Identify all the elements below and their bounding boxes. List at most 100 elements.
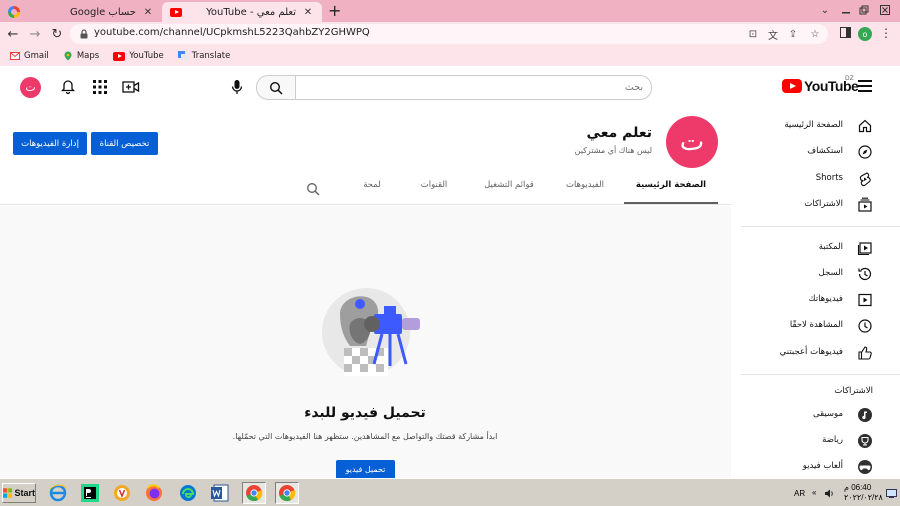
translate-page-icon[interactable]: 文 (766, 27, 780, 42)
bookmark-gmail[interactable]: Gmail (10, 51, 49, 61)
subscriptions-header: الاشتراكات (834, 386, 873, 396)
taskbar-browser-icon[interactable] (110, 482, 134, 504)
tab-channels[interactable]: القنوات (410, 180, 458, 190)
volume-icon[interactable] (824, 489, 834, 498)
search-icon (269, 81, 283, 95)
tray-expand-icon[interactable]: « (812, 488, 816, 497)
guide-item-library[interactable]: المكتبة (731, 238, 900, 258)
taskbar-chrome-window-icon[interactable] (275, 482, 299, 504)
search-input[interactable] (296, 75, 652, 100)
channel-name: تعلم معي (586, 125, 652, 141)
clock-time[interactable]: 06:40 م (844, 483, 871, 492)
shorts-icon (859, 172, 871, 187)
guide-sidebar: الصفحة الرئيسية استكشاف Shorts الاشتراكا… (731, 106, 900, 478)
notifications-bell-icon[interactable] (58, 77, 78, 97)
home-icon (858, 119, 872, 133)
gmail-icon (10, 52, 20, 60)
close-icon[interactable]: ✕ (302, 7, 314, 18)
google-icon (8, 6, 20, 18)
sports-icon (858, 434, 872, 448)
system-tray: AR « 06:40 م ٢٠٢٢/٠٢/٢٨ (792, 483, 900, 503)
profile-avatar[interactable]: o (858, 27, 872, 41)
close-icon[interactable]: ✕ (142, 7, 154, 18)
lock-icon (80, 29, 88, 39)
upload-illustration (322, 288, 420, 376)
tab-title: تعلم معي - YouTube (206, 6, 296, 18)
guide-item-watch-later[interactable]: المشاهدة لاحقًا (731, 316, 900, 336)
bookmark-maps[interactable]: Maps (63, 51, 99, 61)
your-videos-icon (858, 293, 872, 307)
library-icon (857, 242, 872, 256)
gaming-icon (858, 460, 872, 474)
tab-playlists[interactable]: قوائم التشغيل (470, 180, 548, 190)
start-button[interactable]: Start (2, 483, 36, 503)
tab-about[interactable]: لمحة (352, 180, 392, 190)
youtube-logo[interactable]: YouTube DZ (782, 75, 859, 94)
youtube-play-icon (782, 79, 802, 93)
empty-state-title: تحميل فيديو للبدء (304, 405, 426, 421)
taskbar-pycharm-icon[interactable] (78, 482, 102, 504)
customize-channel-button[interactable]: تخصيص القناة (91, 132, 158, 155)
taskbar-chrome-icon[interactable] (242, 482, 266, 504)
browser-toolbar: ← → ↻ youtube.com/channel/UCpkmshL5223Qa… (0, 22, 900, 46)
tab-search-icon[interactable]: ⌄ (818, 2, 832, 18)
share-icon[interactable]: ⇪ (786, 27, 800, 41)
upload-video-button[interactable]: تحميل فيديو (336, 460, 395, 478)
maps-icon (64, 51, 72, 61)
guide-item-sports[interactable]: رياضة (731, 431, 900, 451)
guide-item-subscriptions[interactable]: الاشتراكات (731, 195, 900, 215)
clock-date[interactable]: ٢٠٢٢/٠٢/٢٨ (844, 493, 883, 502)
guide-item-liked-videos[interactable]: فيديوهات أعجبتني (731, 343, 900, 363)
minimize-icon[interactable] (838, 2, 854, 18)
taskbar-word-icon[interactable] (208, 482, 232, 504)
windows-taskbar: Start AR « 06:40 م ٢٠٢٢/٠٢/٢٨ (0, 478, 900, 506)
guide-item-your-videos[interactable]: فيديوهاتك (731, 290, 900, 310)
tab-youtube-channel[interactable]: تعلم معي - YouTube ✕ (162, 2, 322, 22)
create-video-icon[interactable] (121, 77, 141, 97)
forward-button[interactable]: → (26, 25, 44, 43)
restore-icon[interactable] (856, 2, 872, 18)
account-avatar[interactable]: ت (20, 77, 41, 98)
taskbar-ie-icon[interactable] (46, 482, 70, 504)
voice-search-icon[interactable] (227, 77, 247, 97)
window-close-icon[interactable] (876, 2, 894, 18)
guide-item-history[interactable]: السجل (731, 264, 900, 284)
manage-videos-button[interactable]: إدارة الفيديوهات (13, 132, 87, 155)
tab-home[interactable]: الصفحة الرئيسية (626, 180, 716, 190)
guide-item-home[interactable]: الصفحة الرئيسية (731, 116, 900, 136)
guide-divider (741, 226, 900, 227)
reload-button[interactable]: ↻ (48, 25, 66, 43)
bookmark-translate[interactable]: Translate (177, 51, 230, 61)
side-panel-icon[interactable] (838, 25, 852, 39)
new-tab-button[interactable]: + (328, 3, 341, 19)
translate-icon (177, 51, 188, 61)
liked-icon (858, 346, 872, 360)
apps-grid-icon[interactable] (90, 77, 110, 97)
guide-item-music[interactable]: موسيقى (731, 405, 900, 425)
tab-google-account[interactable]: حساب Google ✕ (0, 2, 162, 22)
music-icon (858, 408, 872, 422)
taskbar-firefox-icon[interactable] (142, 482, 166, 504)
tab-title: حساب Google (69, 6, 136, 18)
taskbar-edge-icon[interactable] (176, 482, 200, 504)
search-button[interactable] (256, 75, 296, 100)
bookmark-star-icon[interactable]: ☆ (808, 27, 822, 41)
watch-later-icon (858, 319, 872, 333)
show-desktop-icon[interactable] (886, 489, 897, 498)
active-tab-indicator (624, 202, 718, 204)
channel-search-icon[interactable] (306, 182, 320, 196)
youtube-icon (113, 51, 126, 61)
guide-item-shorts[interactable]: Shorts (731, 169, 900, 189)
install-icon[interactable]: ⊡ (746, 27, 760, 41)
guide-item-gaming[interactable]: ألعاب فيديو (731, 457, 900, 477)
address-bar[interactable]: youtube.com/channel/UCpkmshL5223QahbZY2G… (70, 24, 828, 44)
guide-item-explore[interactable]: استكشاف (731, 142, 900, 162)
bookmark-youtube[interactable]: YouTube (113, 51, 164, 61)
back-button[interactable]: ← (4, 25, 22, 43)
url-text: youtube.com/channel/UCpkmshL5223QahbZY2G… (94, 27, 370, 38)
input-language[interactable]: AR (794, 489, 805, 498)
history-icon (858, 267, 872, 281)
browser-menu-icon[interactable]: ⋮ (880, 26, 892, 40)
guide-menu-icon[interactable] (858, 80, 872, 92)
tab-videos[interactable]: الفيديوهات (548, 180, 622, 190)
